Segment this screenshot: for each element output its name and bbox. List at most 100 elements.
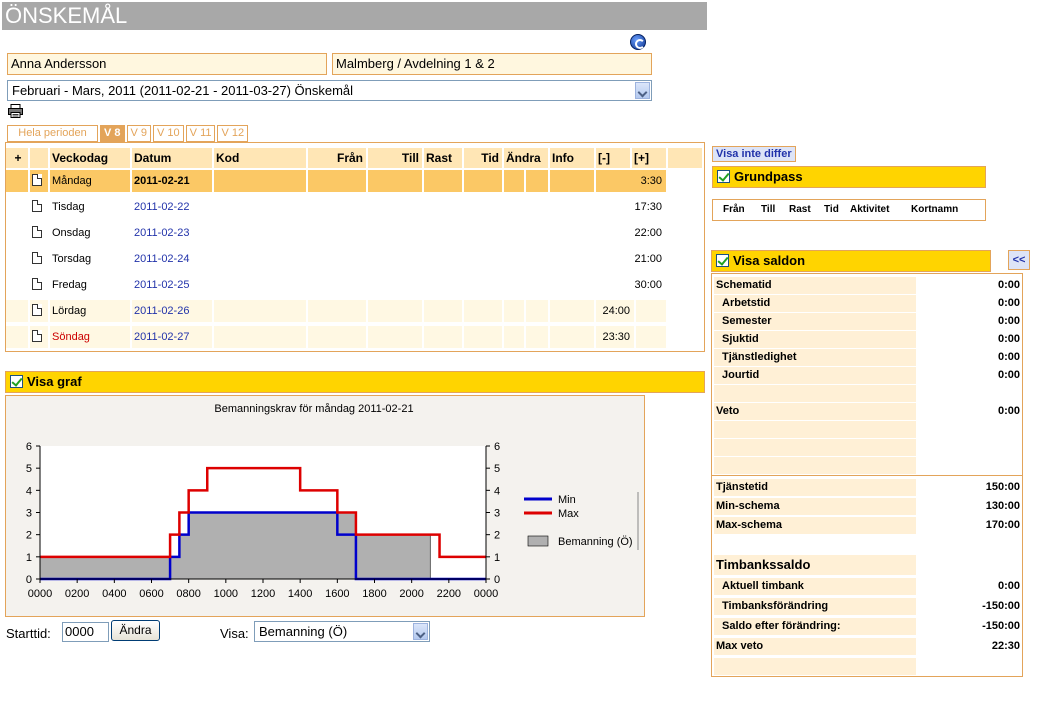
x-tick-label: 0200 [65,588,89,600]
row-tid [464,170,502,192]
document-icon[interactable] [30,248,48,270]
saldo-value: -150:00 [982,620,1020,632]
document-icon[interactable] [30,300,48,322]
printer-icon[interactable] [8,104,23,118]
table-row[interactable]: Tisdag 2011-02-22 17:30 [6,195,706,219]
header-veckodag: Veckodag [50,148,130,168]
starttid-label: Starttid: [6,626,51,641]
row-date-link[interactable]: 2011-02-26 [132,300,212,322]
chevron-down-icon[interactable] [413,623,428,640]
unit-field: Malmberg / Avdelning 1 & 2 [332,53,652,75]
table-row[interactable]: Torsdag 2011-02-24 21:00 [6,247,706,271]
document-icon[interactable] [30,274,48,296]
row-time: 23:30 [596,326,634,348]
x-tick-label: 0800 [176,588,200,600]
row-till [368,170,422,192]
row-date[interactable]: 2011-02-21 [132,170,212,192]
tab-v12[interactable]: V 12 [217,125,249,142]
row-time: 21:00 [596,248,666,270]
row-date-link[interactable]: 2011-02-27 [132,326,212,348]
legend-label-max: Max [558,508,579,520]
grundpass-table: Från Till Rast Tid Aktivitet Kortnamn [712,199,986,221]
saldo-label: Veto [714,403,916,420]
row-fran [308,300,366,322]
period-select[interactable]: Februari - Mars, 2011 (2011-02-21 - 2011… [7,80,652,101]
saldo-row: Aktuell timbank 0:00 [714,578,1022,595]
row-date-link[interactable]: 2011-02-25 [132,274,212,296]
y-tick-label-left: 0 [26,574,32,586]
row-andra [504,300,524,322]
y-tick-label-left: 6 [26,441,32,453]
expand-all-button[interactable]: [+] [632,148,666,168]
table-header-row: + Veckodag Datum Kod Från Till Rast Tid … [6,147,706,169]
x-tick-label: 1000 [214,588,238,600]
y-tick-label-left: 5 [26,463,32,475]
visa-saldon-label: Visa saldon [733,253,806,268]
chevron-down-icon[interactable] [635,82,650,99]
legend-label-min: Min [558,494,576,506]
table-row[interactable]: Söndag 2011-02-27 23:30 [6,325,706,349]
document-icon[interactable] [30,326,48,348]
row-day: Tisdag [50,196,130,218]
table-row[interactable]: Lördag 2011-02-26 24:00 [6,299,706,323]
row-day: Söndag [50,326,130,348]
andra-button[interactable]: Ändra [111,620,160,641]
saldo-row: Timbanksförändring -150:00 [714,598,1022,615]
tab-v11[interactable]: V 11 [185,125,216,142]
x-tick-label: 1800 [362,588,386,600]
visa-graf-toggle[interactable]: Visa graf [5,371,705,393]
visa-saldon-checkbox[interactable] [716,254,729,268]
grundpass-toggle[interactable]: Grundpass [712,166,986,188]
row-tid [464,326,502,348]
saldo-label: Tjänstledighet [714,349,916,366]
saldo-value: 0:00 [997,580,1020,592]
visa-graf-checkbox[interactable] [10,375,23,389]
header-rast: Rast [424,148,462,168]
y-tick-label-right: 5 [494,463,500,475]
y-tick-label-left: 1 [26,552,32,564]
grundpass-checkbox[interactable] [717,170,730,184]
row-kod [214,326,306,348]
row-spacer [636,326,666,348]
row-date-link[interactable]: 2011-02-24 [132,248,212,270]
collapse-button[interactable]: << [1008,250,1030,270]
table-row[interactable]: Onsdag 2011-02-23 22:00 [6,221,706,245]
x-tick-label: 0400 [102,588,126,600]
grund-col-aktivitet: Aktivitet [850,204,890,215]
starttid-input[interactable]: 0000 [62,622,109,642]
document-icon[interactable] [30,222,48,244]
row-date-link[interactable]: 2011-02-23 [132,222,212,244]
x-tick-label: 1400 [288,588,312,600]
tab-v10[interactable]: V 10 [153,125,184,142]
row-time: 22:00 [596,222,666,244]
y-tick-label-right: 3 [494,508,500,520]
tab-v8[interactable]: V 8 [100,125,125,142]
row-day: Onsdag [50,222,130,244]
row-date-link[interactable]: 2011-02-22 [132,196,212,218]
visa-saldon-toggle[interactable]: Visa saldon [711,250,991,272]
table-row[interactable]: Fredag 2011-02-25 30:00 [6,273,706,297]
visa-select[interactable]: Bemanning (Ö) [254,621,430,642]
add-all-button[interactable]: + [6,148,28,168]
x-tick-label: 0000 [474,588,498,600]
document-icon[interactable] [30,170,48,192]
table-row[interactable]: Måndag 2011-02-21 3:30 [6,169,706,193]
visa-inte-differ-link[interactable]: Visa inte differ [712,146,796,162]
help-icon[interactable] [630,34,646,50]
tab-hela-perioden[interactable]: Hela perioden [7,125,98,142]
row-andra [504,170,524,192]
saldo-row: Schematid 0:00 [714,277,1022,294]
tab-v9[interactable]: V 9 [126,125,152,142]
page-title: ÖNSKEMÅL [2,2,707,30]
row-spacer [6,300,28,322]
collapse-all-button[interactable]: [-] [596,148,630,168]
legend-swatch-bemanning [527,535,549,547]
row-spacer [6,326,28,348]
document-icon[interactable] [30,196,48,218]
saldo-label: Tjänstetid [714,479,916,496]
header-datum: Datum [132,148,212,168]
timbank-title: Timbankssaldo [714,555,916,575]
row-till [368,326,422,348]
saldo-row-empty [714,457,1022,474]
x-tick-label: 1600 [325,588,349,600]
